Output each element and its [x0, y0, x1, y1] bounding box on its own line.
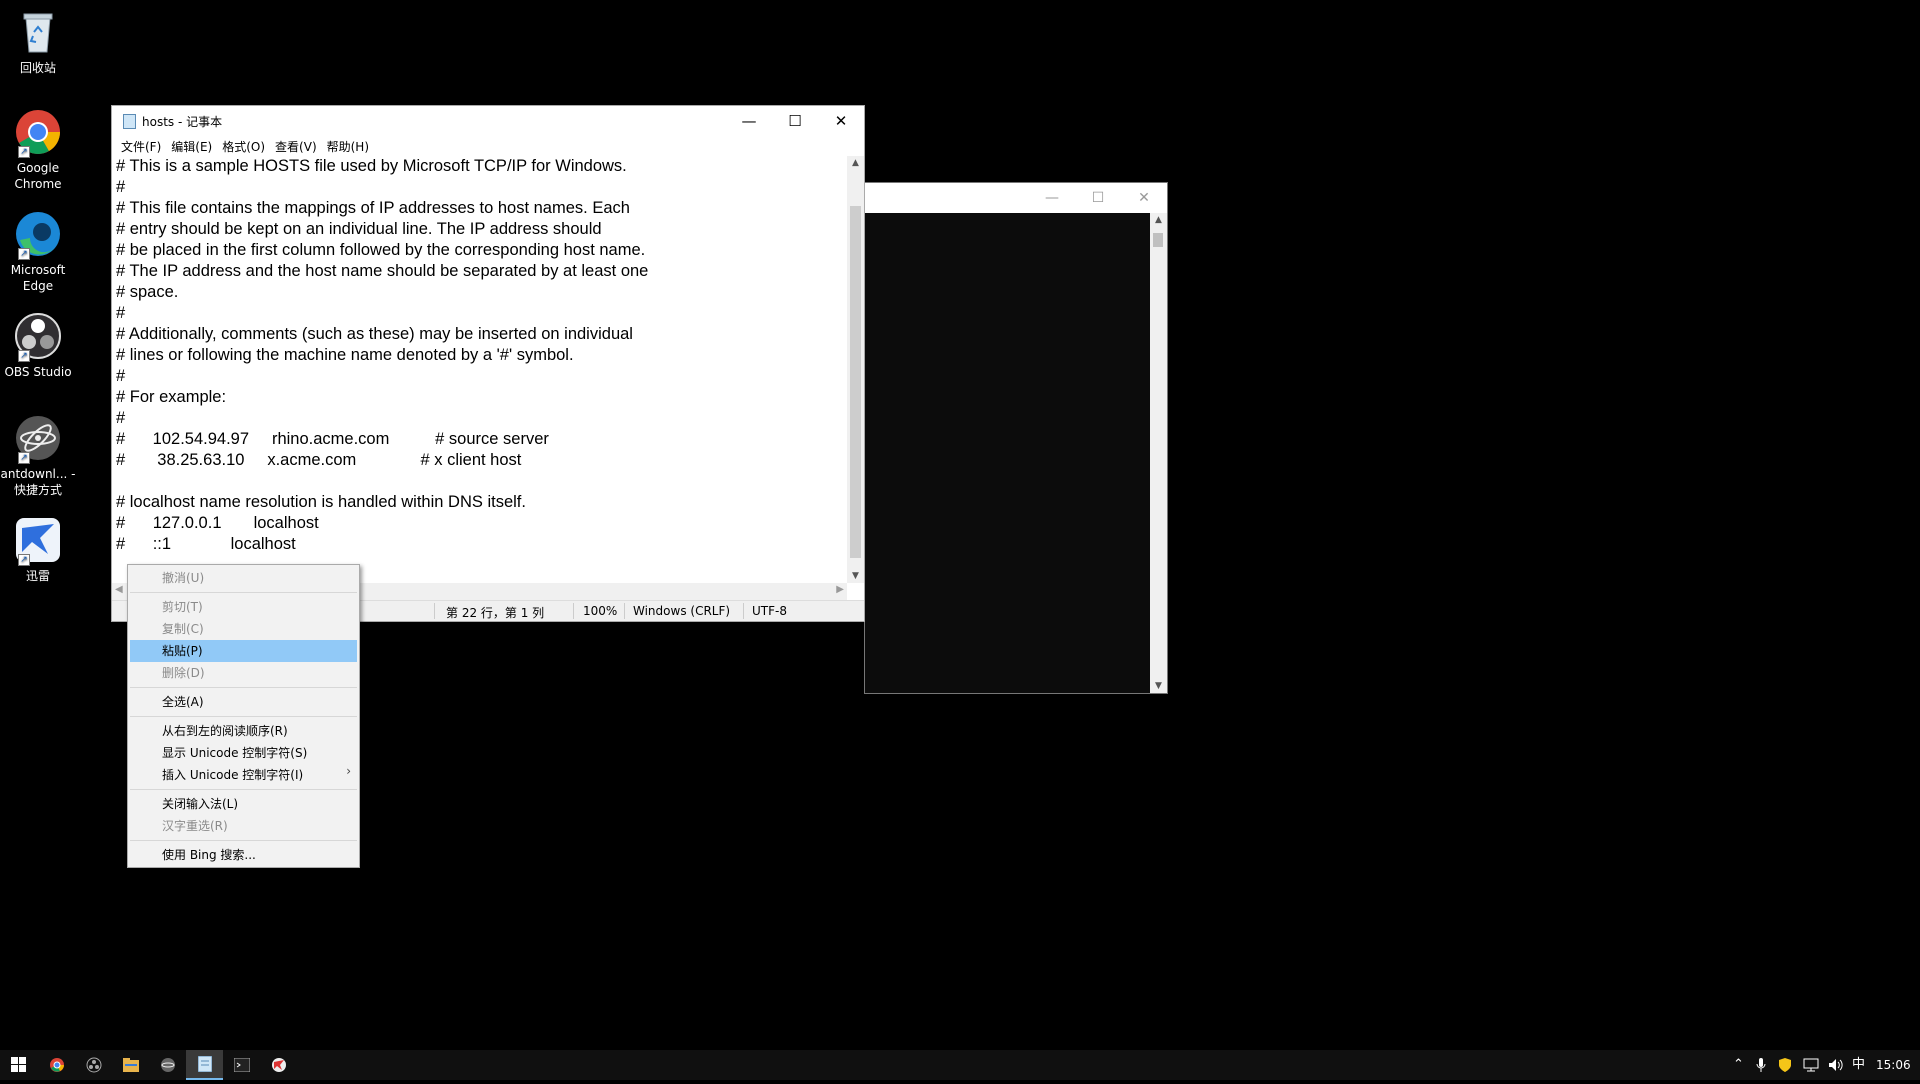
chrome-icon: ↗: [14, 108, 62, 158]
xunlei-icon: ↗: [14, 516, 62, 566]
taskbar-notepad[interactable]: [186, 1050, 223, 1080]
editor-content[interactable]: # This is a sample HOSTS file used by Mi…: [112, 156, 847, 555]
context-menu-item[interactable]: 显示 Unicode 控制字符(S): [128, 742, 359, 764]
scroll-thumb[interactable]: [850, 206, 861, 558]
context-menu-item: 汉字重选(R): [162, 819, 228, 833]
menu-separator: [130, 789, 357, 790]
security-shield-icon[interactable]: [1779, 1050, 1791, 1080]
scroll-down-icon[interactable]: ▼: [847, 571, 864, 581]
clock[interactable]: 15:06: [1876, 1050, 1911, 1080]
taskbar: ⌃ 中 15:06: [0, 1050, 1920, 1080]
vertical-scrollbar[interactable]: ▲ ▼: [847, 156, 864, 583]
scroll-left-icon[interactable]: ◀: [115, 584, 123, 595]
close-button[interactable]: ✕: [818, 106, 864, 136]
menu-help[interactable]: 帮助(H): [322, 136, 374, 156]
context-menu-item: 删除(D): [162, 666, 205, 680]
context-menu-item[interactable]: 插入 Unicode 控制字符(I): [128, 764, 359, 786]
menu-separator: [130, 687, 357, 688]
context-menu-item: 剪切(T): [162, 600, 203, 614]
maximize-button[interactable]: ☐: [772, 106, 818, 136]
show-hidden-icons-icon[interactable]: ⌃: [1733, 1050, 1744, 1080]
start-button[interactable]: [0, 1050, 37, 1080]
menu-separator: [130, 716, 357, 717]
status-position: 第 22 行，第 1 列: [446, 606, 545, 620]
desktop-icon-label: OBS Studio: [4, 365, 72, 379]
scroll-right-icon[interactable]: ▶: [836, 584, 844, 595]
scroll-up-icon[interactable]: ▲: [847, 158, 864, 168]
status-line-ending: Windows (CRLF): [633, 604, 731, 618]
maximize-button[interactable]: ☐: [1075, 183, 1121, 213]
taskbar-console[interactable]: [223, 1050, 260, 1080]
desktop-icon-label: Microsoft Edge: [10, 263, 66, 293]
context-menu-item[interactable]: 粘贴(P): [130, 640, 357, 662]
menu-bar: 文件(F) 编辑(E) 格式(O) 查看(V) 帮助(H): [112, 136, 864, 156]
notepad-icon: [123, 114, 136, 129]
scroll-thumb[interactable]: [1153, 233, 1163, 247]
shortcut-arrow-icon: ↗: [18, 554, 30, 566]
desktop-icon-xunlei[interactable]: ↗ 迅雷: [0, 516, 76, 584]
desktop-icon-recycle-bin[interactable]: 回收站: [0, 8, 76, 76]
text-editor[interactable]: # This is a sample HOSTS file used by Mi…: [112, 156, 847, 583]
network-icon[interactable]: [1803, 1050, 1819, 1080]
taskbar-file-explorer[interactable]: [112, 1050, 149, 1080]
menu-edit[interactable]: 编辑(E): [166, 136, 217, 156]
close-button[interactable]: ✕: [1121, 183, 1167, 213]
desktop-icon-label: Google Chrome: [14, 161, 62, 191]
shortcut-arrow-icon: ↗: [18, 248, 30, 260]
shortcut-arrow-icon: ↗: [18, 452, 30, 464]
menu-separator: [130, 840, 357, 841]
notepad-window[interactable]: hosts - 记事本 — ☐ ✕ 文件(F) 编辑(E) 格式(O) 查看(V…: [111, 105, 865, 679]
obs-icon: ↗: [14, 312, 62, 362]
context-menu-item[interactable]: 全选(A): [128, 691, 359, 713]
desktop-icon-label: 回收站: [19, 61, 56, 75]
taskbar-obs[interactable]: [75, 1050, 112, 1080]
text-caret: [117, 661, 118, 679]
taskbar-chrome[interactable]: [38, 1050, 75, 1080]
shortcut-arrow-icon: ↗: [18, 146, 30, 158]
notepad-titlebar[interactable]: hosts - 记事本 — ☐ ✕: [112, 106, 864, 136]
desktop-icon-label: antdownl... - 快捷方式: [0, 467, 76, 497]
desktop-icon-obs[interactable]: ↗ OBS Studio: [0, 312, 76, 380]
recycle-bin-icon: [14, 8, 62, 56]
menu-format[interactable]: 格式(O): [217, 136, 270, 156]
context-menu-item[interactable]: 从右到左的阅读顺序(R): [128, 720, 359, 742]
minimize-button[interactable]: —: [1029, 183, 1075, 213]
minimize-button[interactable]: —: [726, 106, 772, 136]
scroll-up-icon[interactable]: ▲: [1150, 215, 1167, 225]
context-menu-item: 撤消(U): [162, 571, 205, 585]
menu-view[interactable]: 查看(V): [270, 136, 322, 156]
window-title: hosts - 记事本: [142, 115, 223, 129]
desktop-icon-edge[interactable]: ↗ Microsoft Edge: [0, 210, 76, 294]
console-titlebar[interactable]: — ☐ ✕: [865, 183, 1167, 213]
desktop-icon-label: 迅雷: [25, 569, 50, 583]
context-menu-item: 复制(C): [162, 622, 204, 636]
context-menu-item[interactable]: 使用 Bing 搜索...: [128, 844, 359, 866]
antdownload-icon: ↗: [14, 414, 62, 464]
taskbar-antdownload[interactable]: [149, 1050, 186, 1080]
context-menu-item[interactable]: 关闭输入法(L): [128, 793, 359, 815]
taskbar-xunlei[interactable]: [260, 1050, 297, 1080]
menu-file[interactable]: 文件(F): [116, 136, 166, 156]
microphone-icon[interactable]: [1756, 1050, 1766, 1080]
desktop-icon-chrome[interactable]: ↗ Google Chrome: [0, 108, 76, 192]
console-window[interactable]: — ☐ ✕ ▲ ▼: [864, 182, 1168, 694]
menu-separator: [130, 592, 357, 593]
status-encoding: UTF-8: [752, 604, 787, 618]
status-zoom: 100%: [583, 604, 618, 618]
edge-icon: ↗: [14, 210, 62, 260]
desktop-icon-antdownload[interactable]: ↗ antdownl... - 快捷方式: [0, 414, 76, 498]
console-scrollbar[interactable]: ▲ ▼: [1150, 213, 1167, 693]
ime-indicator[interactable]: 中: [1852, 1050, 1865, 1080]
scroll-down-icon[interactable]: ▼: [1150, 681, 1167, 691]
shortcut-arrow-icon: ↗: [18, 350, 30, 362]
volume-icon[interactable]: [1828, 1050, 1844, 1080]
submenu-arrow-icon: ›: [346, 764, 351, 778]
context-menu: 撤消(U) 剪切(T) 复制(C) 粘贴(P) 删除(D) 全选(A) 从右到左的阅读顺序(…: [127, 564, 360, 868]
